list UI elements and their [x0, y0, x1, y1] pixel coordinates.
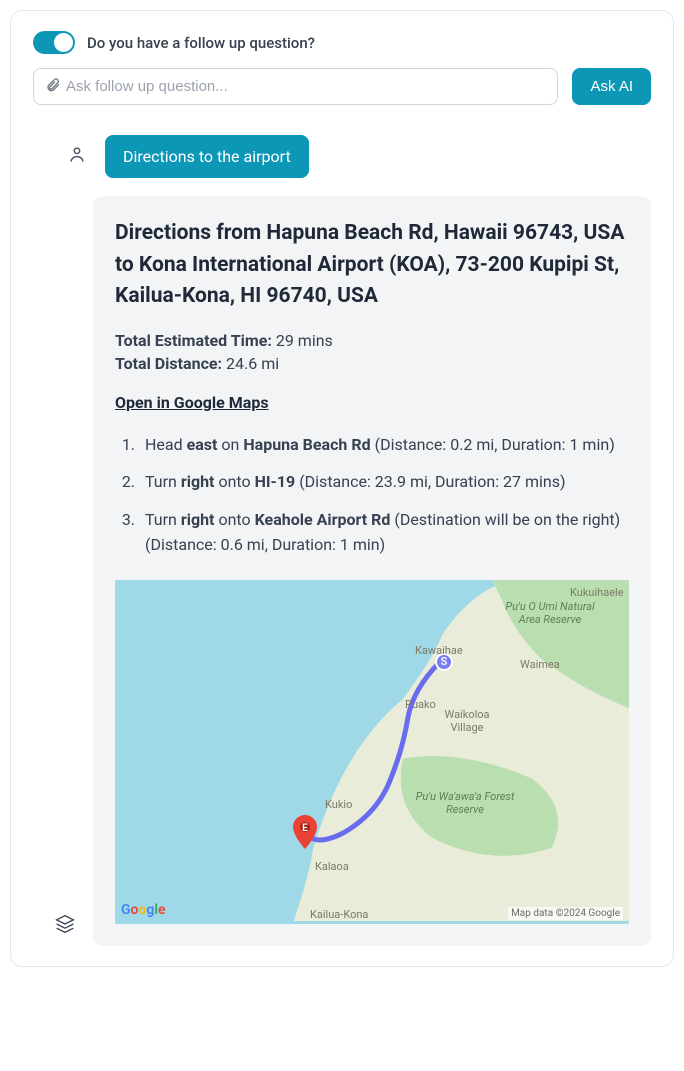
input-row: Ask AI — [33, 68, 651, 105]
followup-toggle[interactable] — [33, 31, 75, 54]
time-label: Total Estimated Time: — [115, 331, 272, 350]
step-3: Turn right onto Keahole Airport Rd (Dest… — [139, 507, 629, 558]
user-query-chip: Directions to the airport — [105, 135, 309, 178]
route-map[interactable]: S E Kukuihaele Pu'u O Umi Natural Area R… — [115, 580, 629, 924]
map-label-kalaoa: Kalaoa — [315, 860, 349, 873]
ai-response-card: Directions from Hapuna Beach Rd, Hawaii … — [93, 196, 651, 946]
svg-text:E: E — [302, 823, 308, 834]
map-label-kukuihaele: Kukuihaele — [570, 586, 624, 599]
open-google-maps-link[interactable]: Open in Google Maps — [115, 393, 269, 412]
google-logo: Google — [121, 902, 166, 918]
map-label-kukio: Kukio — [325, 798, 352, 811]
time-value: 29 mins — [276, 331, 333, 350]
user-query-row: Directions to the airport — [33, 135, 651, 178]
toggle-knob — [54, 33, 73, 52]
estimated-time: Total Estimated Time: 29 mins — [115, 331, 629, 350]
followup-header: Do you have a follow up question? — [33, 31, 651, 54]
ask-ai-button[interactable]: Ask AI — [572, 68, 651, 105]
followup-input[interactable] — [33, 68, 558, 105]
distance-value: 24.6 mi — [226, 354, 279, 373]
attachment-icon[interactable] — [45, 77, 61, 97]
total-distance: Total Distance: 24.6 mi — [115, 354, 629, 373]
map-label-waimea: Waimea — [520, 658, 560, 671]
map-route — [115, 580, 629, 921]
followup-label: Do you have a follow up question? — [87, 34, 315, 52]
end-marker: E — [293, 815, 317, 853]
map-label-puuoumi: Pu'u O Umi Natural Area Reserve — [500, 600, 600, 626]
step-2: Turn right onto HI-19 (Distance: 23.9 mi… — [139, 469, 629, 495]
input-wrapper — [33, 68, 558, 105]
user-icon — [67, 145, 87, 169]
map-label-kawaihae: Kawaihae — [415, 644, 463, 657]
map-label-puuwaawaa: Pu'u Wa'awa'a Forest Reserve — [410, 790, 520, 816]
map-label-waikoloa: Waikoloa Village — [437, 708, 497, 734]
layers-icon[interactable] — [55, 914, 75, 938]
step-1: Head east on Hapuna Beach Rd (Distance: … — [139, 432, 629, 458]
directions-steps: Head east on Hapuna Beach Rd (Distance: … — [115, 432, 629, 558]
directions-title: Directions from Hapuna Beach Rd, Hawaii … — [115, 218, 629, 313]
distance-label: Total Distance: — [115, 354, 222, 373]
map-label-kailua: Kailua-Kona — [310, 908, 368, 921]
main-card: Do you have a follow up question? Ask AI… — [10, 10, 674, 967]
map-label-puako: Puako — [405, 698, 436, 711]
map-attribution: Map data ©2024 Google — [508, 907, 623, 920]
